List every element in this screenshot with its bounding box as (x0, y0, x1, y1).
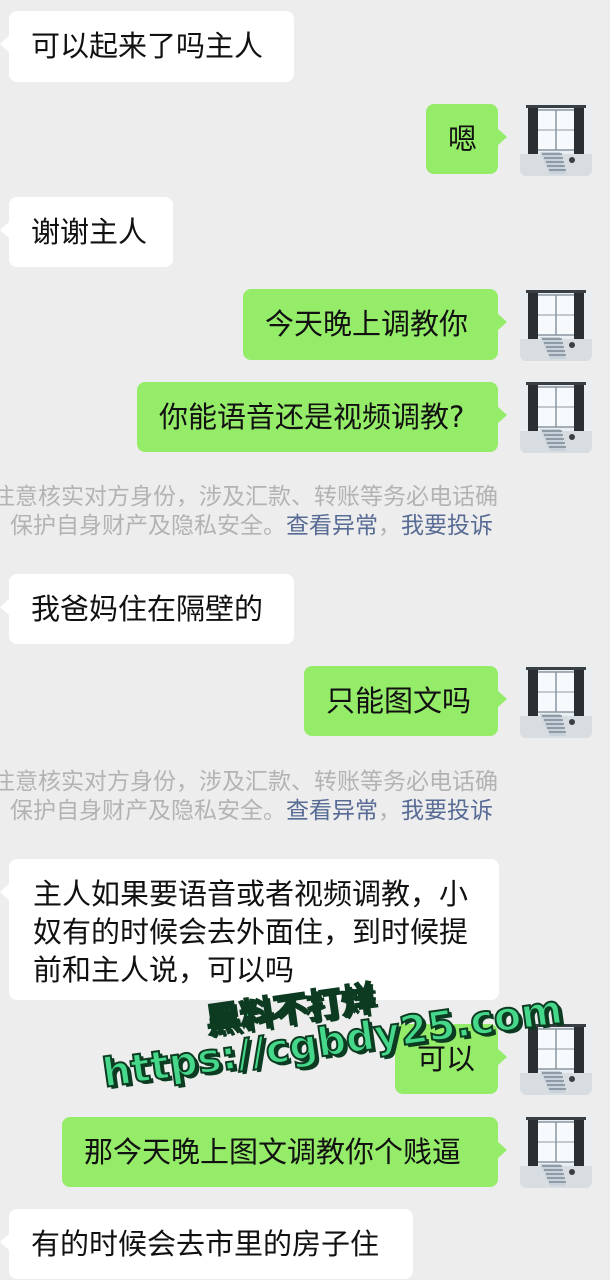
notice-separator: ， (378, 798, 401, 824)
message-text: 只能图文吗 (326, 684, 472, 718)
incoming-message-bubble[interactable]: 我爸妈住在隔壁的 (0, 574, 294, 644)
incoming-message-bubble[interactable]: 可以起来了吗主人 (0, 11, 294, 82)
message-text: 谢谢主人 (31, 215, 148, 249)
window-curtain-avatar-icon (520, 1116, 592, 1188)
outgoing-message-bubble[interactable]: 那今天晚上图文调教你个贱逼 (62, 1117, 507, 1187)
outgoing-message-bubble[interactable]: 嗯 (426, 104, 507, 174)
notice-line: 注意核实对方身份，涉及汇款、转账等务必电话确 (0, 769, 498, 795)
message-text: 可以起来了吗主人 (31, 29, 264, 63)
message-text: 今天晚上调教你 (265, 307, 469, 341)
window-curtain-avatar-icon (520, 104, 592, 176)
user-avatar[interactable] (520, 289, 592, 361)
user-avatar[interactable] (520, 104, 592, 176)
message-text: 你能语音还是视频调教? (159, 400, 465, 434)
message-text: 嗯 (448, 122, 478, 156)
user-avatar[interactable] (520, 1116, 592, 1188)
outgoing-message-bubble[interactable]: 只能图文吗 (304, 666, 507, 736)
message-text: 我爸妈住在隔壁的 (31, 592, 264, 626)
window-curtain-avatar-icon (520, 381, 592, 453)
incoming-message-bubble[interactable]: 谢谢主人 (0, 197, 173, 267)
report-complaint-link[interactable]: 我要投诉 (401, 798, 493, 824)
outgoing-message-bubble[interactable]: 你能语音还是视频调教? (137, 382, 507, 452)
notice-line: 保护自身财产及隐私安全。 (10, 798, 286, 824)
window-curtain-avatar-icon (520, 289, 592, 361)
security-notice: 注意核实对方身份，涉及汇款、转账等务必电话确 保护自身财产及隐私安全。查看异常，… (0, 483, 610, 541)
report-complaint-link[interactable]: 我要投诉 (401, 513, 493, 539)
user-avatar[interactable] (520, 381, 592, 453)
user-avatar[interactable] (520, 666, 592, 738)
window-curtain-avatar-icon (520, 666, 592, 738)
notice-line: 保护自身财产及隐私安全。 (10, 513, 286, 539)
message-text: 那今天晚上图文调教你个贱逼 (84, 1135, 462, 1169)
check-abnormal-link[interactable]: 查看异常 (286, 513, 378, 539)
message-text: 有的时候会去市里的房子住 (31, 1227, 380, 1261)
security-notice: 注意核实对方身份，涉及汇款、转账等务必电话确 保护自身财产及隐私安全。查看异常，… (0, 768, 610, 826)
outgoing-message-bubble[interactable]: 今天晚上调教你 (243, 289, 507, 360)
notice-separator: ， (378, 513, 401, 539)
notice-line: 注意核实对方身份，涉及汇款、转账等务必电话确 (0, 484, 498, 510)
incoming-message-bubble[interactable]: 有的时候会去市里的房子住 (0, 1209, 413, 1279)
check-abnormal-link[interactable]: 查看异常 (286, 798, 378, 824)
